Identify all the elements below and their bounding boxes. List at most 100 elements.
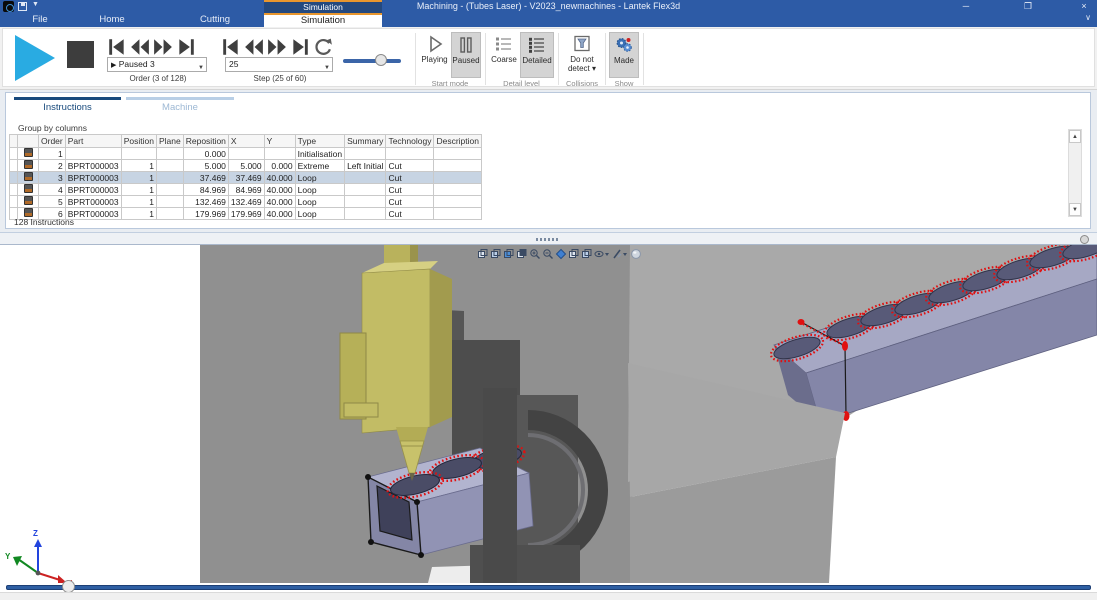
table-row[interactable]: 2BPRT00000315.0005.0000.000ExtremeLeft I…: [10, 160, 482, 172]
step-combobox[interactable]: 25▼: [225, 57, 333, 72]
instructions-table: OrderPartPositionPlaneRepositionXYTypeSu…: [9, 134, 482, 220]
table-header[interactable]: OrderPartPositionPlaneRepositionXYTypeSu…: [10, 135, 482, 148]
play-button[interactable]: [11, 33, 57, 83]
order-combobox[interactable]: ▶ Paused 3▼: [107, 57, 207, 72]
splitter-grip[interactable]: [536, 238, 558, 241]
coarse-icon: [494, 34, 514, 54]
table-row[interactable]: 4BPRT000003184.96984.96940.000LoopCut: [10, 184, 482, 196]
table-row[interactable]: 3BPRT000003137.46937.46940.000LoopCut: [10, 172, 482, 184]
group-start-mode: Start mode: [419, 79, 481, 88]
instruction-icon: [24, 208, 33, 217]
simulation-toolbar: ▶ Paused 3▼ Order (3 of 128) 25▼ Step (2…: [2, 28, 1095, 87]
column-y[interactable]: Y: [264, 135, 295, 148]
order-label: Order (3 of 128): [99, 74, 217, 83]
restore-button[interactable]: ❐: [1015, 0, 1041, 13]
instruction-icon: [24, 172, 33, 181]
axis-z-label: Z: [33, 529, 38, 538]
instruction-icon: [24, 184, 33, 193]
repeat-icon[interactable]: [313, 37, 333, 57]
playing-icon: [425, 34, 445, 54]
do-not-detect-button[interactable]: Do not detect ▾: [562, 32, 602, 78]
progress-timeline[interactable]: [0, 583, 1097, 592]
column-type[interactable]: Type: [295, 135, 344, 148]
order-first-icon[interactable]: [107, 37, 127, 57]
detailed-icon: [527, 35, 547, 55]
viewport-toolbar: [477, 248, 642, 260]
simulation-viewport[interactable]: Z Y X: [0, 245, 1097, 583]
speed-slider-thumb[interactable]: [375, 54, 387, 66]
view-cube-5-icon[interactable]: [568, 248, 580, 260]
column-part[interactable]: Part: [65, 135, 121, 148]
column-summary[interactable]: Summary: [345, 135, 386, 148]
made-gears-icon: [614, 35, 634, 55]
playing-button[interactable]: Playing: [419, 32, 450, 78]
minimize-button[interactable]: ─: [953, 0, 979, 13]
contextual-tab-header: Simulation: [264, 0, 382, 13]
titlebar: ▼ Machining - (Tubes Laser) - V2023_newm…: [0, 0, 1097, 13]
scroll-down-icon[interactable]: ▼: [1069, 203, 1081, 216]
column-plane[interactable]: Plane: [156, 135, 183, 148]
tab-file[interactable]: File: [22, 13, 58, 27]
table-row[interactable]: 6BPRT0000031179.969179.96940.000LoopCut: [10, 208, 482, 220]
instruction-icon: [24, 160, 33, 169]
order-prev-icon[interactable]: [130, 37, 150, 57]
step-label: Step (25 of 60): [221, 74, 339, 83]
column-x[interactable]: X: [228, 135, 264, 148]
order-next-icon[interactable]: [153, 37, 173, 57]
tab-machine[interactable]: Machine: [126, 102, 234, 113]
column-order[interactable]: Order: [39, 135, 66, 148]
tab-simulation[interactable]: Simulation: [264, 13, 382, 27]
stop-button[interactable]: [67, 41, 94, 68]
step-first-icon[interactable]: [221, 37, 241, 57]
tab-home[interactable]: Home: [92, 13, 132, 27]
step-prev-icon[interactable]: [244, 37, 264, 57]
detailed-button[interactable]: Detailed: [520, 32, 554, 78]
view-cube-1-icon[interactable]: [477, 248, 489, 260]
machine-3d-scene: Z Y X: [0, 245, 1097, 583]
panel-splitter[interactable]: [0, 232, 1097, 245]
view-cube-3-icon[interactable]: [503, 248, 515, 260]
speed-slider[interactable]: [343, 54, 401, 66]
coarse-button[interactable]: Coarse: [489, 32, 519, 78]
made-button[interactable]: Made: [609, 32, 639, 78]
render-sphere-icon[interactable]: [630, 248, 642, 260]
tab-cutting[interactable]: Cutting: [180, 13, 250, 27]
order-last-icon[interactable]: [176, 37, 196, 57]
view-cube-4-icon[interactable]: [516, 248, 528, 260]
display-options-dropdown-icon[interactable]: [612, 248, 629, 260]
step-last-icon[interactable]: [290, 37, 310, 57]
camera-views-dropdown-icon[interactable]: [594, 248, 611, 260]
step-next-icon[interactable]: [267, 37, 287, 57]
zoom-out-icon[interactable]: [542, 248, 554, 260]
zoom-in-icon[interactable]: [529, 248, 541, 260]
timeline-track[interactable]: [6, 585, 1091, 590]
group-by-columns-label[interactable]: Group by columns: [18, 123, 87, 133]
column-gutter[interactable]: [10, 135, 18, 148]
window-title: Machining - (Tubes Laser) - V2023_newmac…: [0, 0, 1097, 13]
collapse-ribbon-icon[interactable]: ∨: [1085, 13, 1091, 22]
view-cube-2-icon[interactable]: [490, 248, 502, 260]
group-show: Show: [609, 79, 639, 88]
instruction-icon: [24, 148, 33, 157]
table-row[interactable]: 5BPRT0000031132.469132.46940.000LoopCut: [10, 196, 482, 208]
view-cube-6-icon[interactable]: [581, 248, 593, 260]
scroll-up-icon[interactable]: ▲: [1069, 130, 1081, 143]
instruction-icon: [24, 196, 33, 205]
speed-slider-track[interactable]: [343, 59, 401, 63]
column-icon[interactable]: [18, 135, 39, 148]
table-scrollbar[interactable]: ▲ ▼: [1068, 129, 1082, 217]
tab-instructions[interactable]: Instructions: [14, 102, 121, 113]
statusbar: [0, 592, 1097, 600]
column-description[interactable]: Description: [434, 135, 482, 148]
paused-button[interactable]: Paused: [451, 32, 481, 78]
table-row[interactable]: 10.000Initialisation: [10, 148, 482, 160]
column-technology[interactable]: Technology: [386, 135, 434, 148]
step-transport: [221, 37, 333, 57]
pin-icon[interactable]: [1080, 235, 1089, 244]
column-reposition[interactable]: Reposition: [183, 135, 228, 148]
paused-icon: [456, 35, 476, 55]
instructions-panel: Instructions Machine Group by columns Or…: [5, 92, 1091, 229]
close-button[interactable]: ×: [1071, 0, 1097, 13]
column-position[interactable]: Position: [121, 135, 156, 148]
zoom-fit-icon[interactable]: [555, 248, 567, 260]
